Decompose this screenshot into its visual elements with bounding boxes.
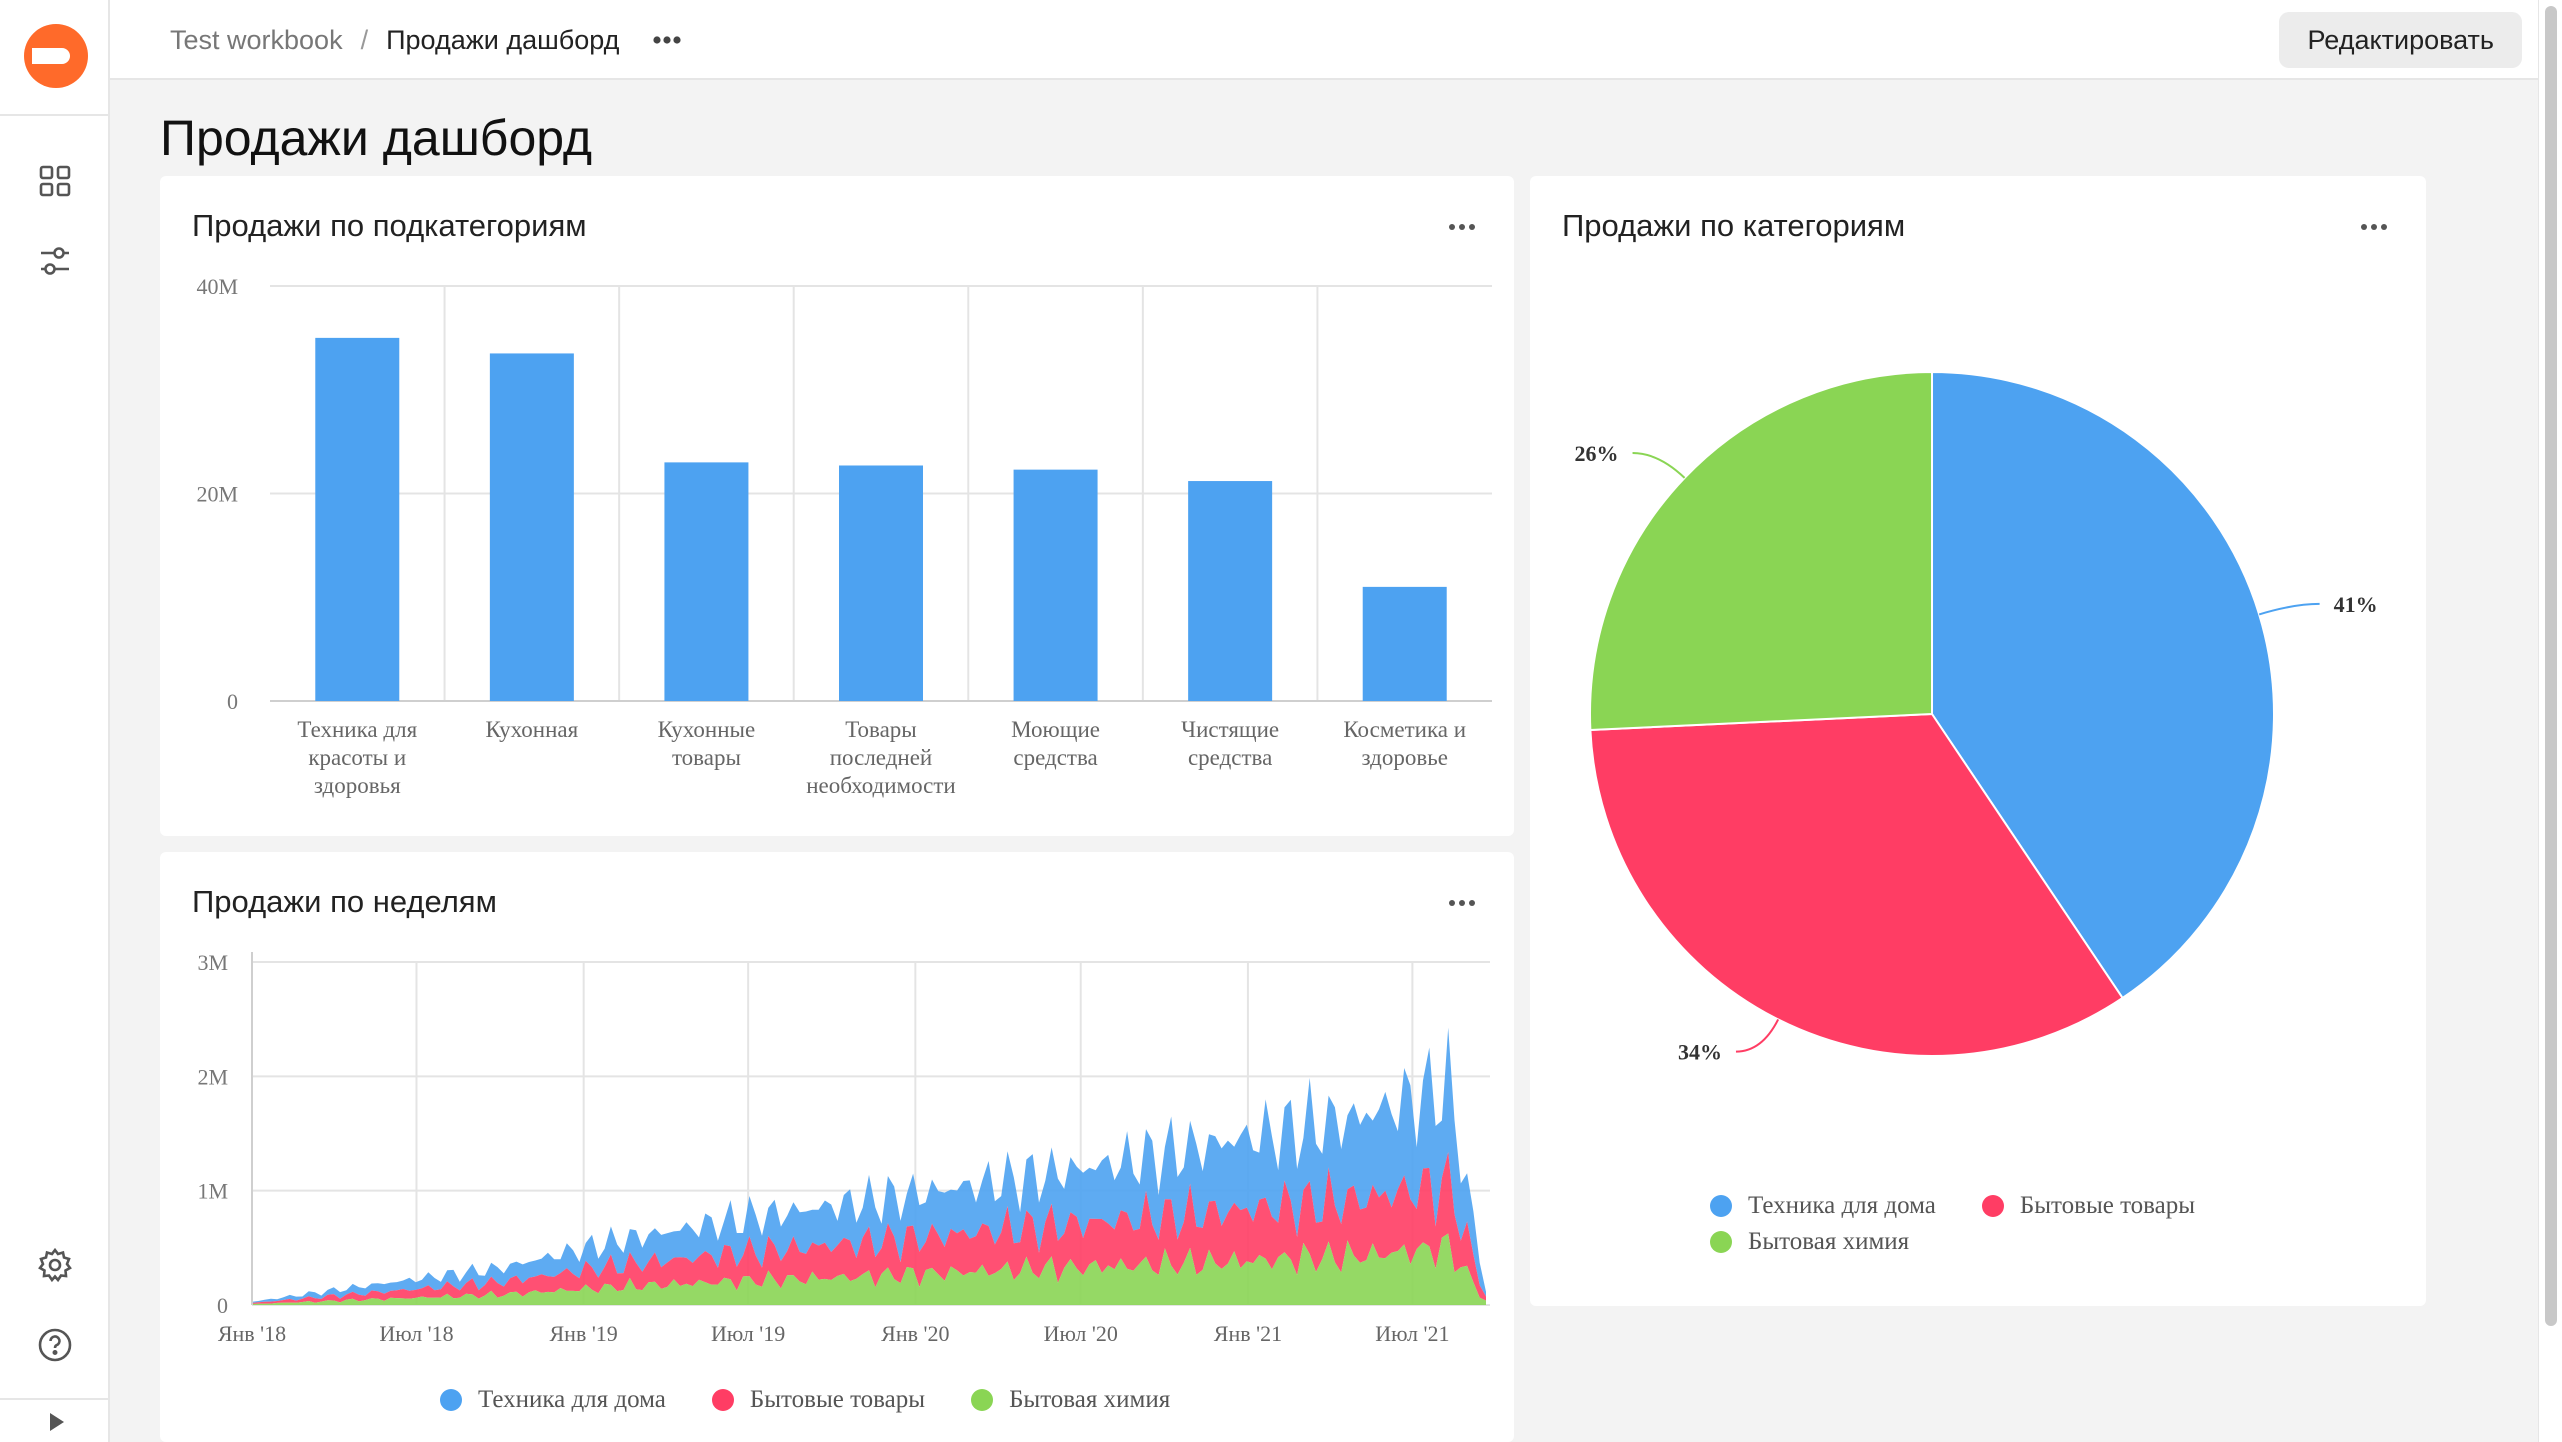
breadcrumb: Test workbook / Продажи дашборд [170, 22, 685, 58]
x-tick-label: Техника для [297, 717, 417, 742]
x-tick-label: Июл '20 [1044, 1321, 1118, 1346]
edit-button[interactable]: Редактировать [2279, 12, 2522, 68]
area-legend: Техника для дома Бытовые товары Бытовая … [440, 1382, 1216, 1418]
legend-label: Бытовая химия [1748, 1228, 1910, 1255]
pie-chart: 41% 34% 26% [1575, 370, 2378, 1065]
logo-icon [24, 24, 88, 88]
x-tick-label: Июл '19 [711, 1321, 785, 1346]
legend-item-3[interactable]: Бытовая химия [1710, 1224, 1909, 1260]
x-tick-label: красоты и [308, 745, 406, 770]
x-tick-label: Июл '21 [1375, 1321, 1449, 1346]
legend-dot [1710, 1195, 1732, 1217]
x-tick-label: здоровья [314, 773, 401, 798]
x-tick-label: Кухонные [658, 717, 756, 742]
pie-leader [1735, 1018, 1780, 1053]
y-tick-label: 3M [197, 950, 228, 975]
bar [315, 337, 400, 701]
widget-weekly: Продажи по неделям 0 1M 2M 3M Янв '18 Июл '18… [160, 852, 1514, 1442]
bar [489, 353, 574, 701]
x-tick-label: Июл '18 [379, 1321, 453, 1346]
bar [1362, 586, 1447, 701]
pie-leader [2258, 602, 2320, 616]
y-tick-label: 2M [197, 1064, 228, 1089]
legend-label: Техника для дома [1748, 1192, 1936, 1219]
help-icon[interactable] [34, 1324, 76, 1366]
pie-label: 34% [1678, 1040, 1722, 1065]
legend-item-3[interactable]: Бытовая химия [971, 1382, 1170, 1418]
collapse-icon[interactable] [44, 1410, 68, 1434]
y-tick-label: 20M [196, 482, 238, 507]
breadcrumb-current: Продажи дашборд [386, 25, 620, 55]
sidebar [0, 0, 110, 1442]
sliders-icon[interactable] [34, 240, 76, 282]
legend-label: Техника для дома [478, 1386, 666, 1413]
scrollbar-thumb[interactable] [2545, 6, 2557, 1326]
x-tick-label: Моющие [1011, 717, 1100, 742]
bar [1013, 469, 1098, 701]
legend-dot [711, 1389, 734, 1411]
area-chart: 0 1M 2M 3M Янв '18 Июл '18 Янв '19 Июл '19 Янв '… [197, 950, 1490, 1346]
legend-item-1[interactable]: Техника для дома [440, 1382, 666, 1418]
legend-item-1[interactable]: Техника для дома [1710, 1188, 1936, 1224]
pie-slice [1589, 370, 1933, 731]
y-tick-label: 0 [227, 689, 238, 714]
legend-item-2[interactable]: Бытовые товары [711, 1382, 926, 1418]
x-tick-label: последней [830, 745, 933, 770]
pie-leader [1632, 452, 1686, 479]
x-tick-label: здоровье [1361, 745, 1447, 770]
y-tick-label: 1M [197, 1179, 228, 1204]
x-tick-label: Чистящие [1181, 717, 1279, 742]
dashboard-icon[interactable] [34, 160, 76, 202]
x-tick-label: Янв '21 [1214, 1321, 1282, 1346]
x-tick-label: Янв '19 [550, 1321, 618, 1346]
settings-icon[interactable] [34, 1244, 76, 1286]
sidebar-bottom-divider [0, 1398, 110, 1400]
page-title: Продажи дашборд [160, 110, 593, 166]
widget-subcategories: Продажи по подкатегориям 0 20M 40M Техника … [160, 176, 1514, 836]
x-tick-label: Косметика и [1343, 717, 1466, 742]
legend-dot [971, 1389, 994, 1411]
x-tick-label: Товары [845, 717, 917, 742]
legend-label: Бытовые товары [2019, 1192, 2196, 1219]
bar [839, 465, 923, 701]
y-tick-label: 40M [196, 274, 238, 299]
pie-label: 26% [1575, 441, 1619, 466]
pie-label: 41% [2334, 592, 2378, 617]
x-tick-label: Янв '20 [881, 1321, 949, 1346]
legend-dot [440, 1389, 462, 1411]
scrollbar[interactable] [2538, 0, 2562, 1442]
legend-dot [1710, 1231, 1732, 1253]
legend-label: Бытовые товары [749, 1386, 926, 1413]
breadcrumb-workbook[interactable]: Test workbook [170, 22, 343, 58]
x-tick-label: товары [672, 745, 741, 770]
sidebar-divider [0, 114, 110, 116]
app-logo[interactable] [22, 22, 90, 90]
bar [1188, 481, 1273, 701]
x-tick-label: средства [1188, 745, 1272, 770]
pie-legend: Техника для дома Бытовые товары Бытовая … [1710, 1188, 2350, 1260]
y-tick-label: 0 [217, 1293, 228, 1318]
x-tick-label: Янв '18 [218, 1321, 286, 1346]
breadcrumb-separator: / [360, 25, 369, 55]
x-tick-label: средства [1013, 745, 1097, 770]
legend-label: Бытовая химия [1009, 1386, 1171, 1413]
bar [664, 462, 749, 701]
legend-dot [1981, 1195, 2004, 1217]
more-icon[interactable] [649, 22, 685, 58]
x-tick-label: Кухонная [486, 717, 579, 742]
widget-categories: Продажи по категориям 41% 34% 26% Техника … [1530, 176, 2426, 1306]
bar-chart: 0 20M 40M Техника для красоты и здоровья Кухон… [196, 274, 1492, 798]
topbar: Test workbook / Продажи дашборд Редактир… [110, 0, 2538, 80]
legend-item-2[interactable]: Бытовые товары [1981, 1188, 2196, 1224]
x-tick-label: необходимости [806, 773, 956, 798]
